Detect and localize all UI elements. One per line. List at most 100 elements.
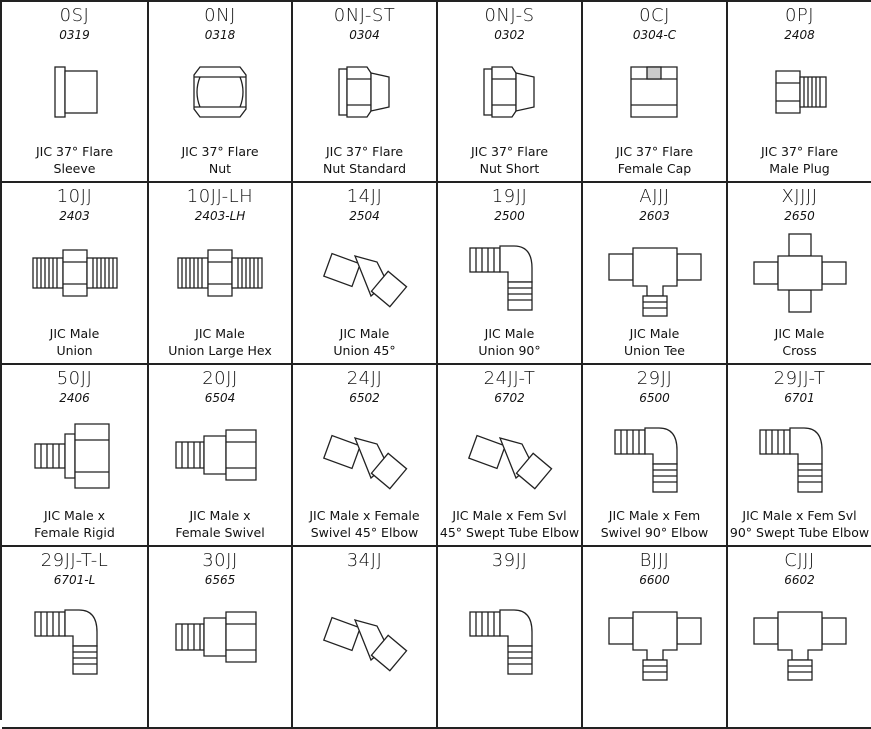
part-code: 0NJ-S [484,5,535,26]
description-line: Cross [782,343,817,358]
part-code: 24JJ [346,368,383,389]
catalog-cell: 19JJ 2500 JIC Male Union 90° [438,183,583,365]
union-fitting-icon [2,228,147,318]
part-number: 6701-L [53,573,96,587]
part-number: 6565 [204,573,236,587]
nut-fitting-icon [149,47,291,137]
description-line: Male Plug [769,161,830,176]
part-description: JIC 37° Flare Nut [149,143,291,177]
description-line: Nut Short [479,161,540,176]
part-description: JIC Male x Female Rigid [2,507,147,541]
part-code: 14JJ [346,186,383,207]
swivel-fitting-icon [149,592,291,682]
part-number: 2406 [59,391,90,405]
description-line: Nut [208,161,232,176]
part-code: 34JJ [346,550,383,571]
description-line: Sleeve [53,161,96,176]
elbow90-fitting-icon [438,228,581,318]
description-line: Union Tee [624,343,685,358]
part-description: JIC 37° Flare Sleeve [2,143,147,177]
description-line: JIC Male x Fem Svl [742,508,857,523]
part-number: 2403-LH [194,209,246,223]
catalog-cell: 29JJ 6500 JIC Male x Fem Swivel 90° Elbow [583,365,728,547]
part-description: JIC 37° Flare Male Plug [728,143,871,177]
part-code: 10JJ-LH [186,186,254,207]
part-number: 6504 [204,391,236,405]
catalog-cell: 50JJ 2406 JIC Male x Female Rigid [2,365,149,547]
sleeve-fitting-icon [2,47,147,137]
part-description: JIC Male x Fem Svl 90° Swept Tube Elbow [728,507,871,541]
part-number: 0304-C [632,28,677,42]
description-line: JIC Male [339,326,390,341]
part-description: JIC Male Union Tee [583,325,726,359]
description-line: Union [56,343,93,358]
part-number: 0304 [349,28,380,42]
description-line: JIC Male x Female [309,508,420,523]
part-description: JIC Male x Female Swivel 45° Elbow [293,507,436,541]
part-code: 0PJ [784,5,815,26]
part-description: JIC 37° Flare Female Cap [583,143,726,177]
part-number: 0319 [59,28,90,42]
description-line: Union Large Hex [168,343,272,358]
elbow45-fitting-icon [438,410,581,500]
rigid-fitting-icon [2,410,147,500]
catalog-cell: 20JJ 6504 JIC Male x Female Swivel [149,365,293,547]
part-description: JIC Male Union 45° [293,325,436,359]
catalog-cell: 0NJ 0318 JIC 37° Flare Nut [149,2,293,183]
part-code: 0CJ [639,5,670,26]
description-line: JIC 37° Flare [35,144,114,159]
catalog-cell: XJJJJ 2650 JIC Male Cross [728,183,871,365]
part-description: JIC Male x Fem Svl 45° Swept Tube Elbow [438,507,581,541]
part-number: 2504 [349,209,380,223]
catalog-cell: BJJJ 6600 [583,547,728,729]
part-code: 39JJ [491,550,528,571]
tee-fitting-icon [583,592,726,682]
description-line: Female Rigid [34,525,115,540]
description-line: JIC Male [484,326,535,341]
cross-fitting-icon [728,228,871,318]
part-description: JIC Male Union [2,325,147,359]
part-code: 10JJ [56,186,93,207]
part-code: 19JJ [491,186,528,207]
catalog-cell: 29JJ-T 6701 JIC Male x Fem Svl 90° Swept … [728,365,871,547]
catalog-cell: 0SJ 0319 JIC 37° Flare Sleeve [2,2,149,183]
catalog-cell: AJJJ 2603 JIC Male Union Tee [583,183,728,365]
fittings-catalog-grid: 0SJ 0319 JIC 37° Flare Sleeve 0NJ 0318 JIC… [0,0,871,729]
catalog-cell: 10JJ-LH 2403-LH JIC Male Union Large Hex [149,183,293,365]
part-number: 2408 [784,28,815,42]
description-line: JIC 37° Flare [615,144,694,159]
elbow90-fitting-icon [438,592,581,682]
part-code: 24JJ-T [483,368,536,389]
description-line: Swivel 90° Elbow [600,525,709,540]
part-code: 29JJ-T-L [40,550,109,571]
catalog-cell: 34JJ [293,547,438,729]
description-line: Union 90° [478,343,541,358]
description-line: JIC Male [774,326,825,341]
part-number: 6702 [494,391,525,405]
description-line: JIC Male [49,326,100,341]
union-fitting-icon [149,228,291,318]
elbow90-fitting-icon [2,592,147,682]
description-line: Union 45° [333,343,396,358]
part-code: XJJJJ [781,186,818,207]
part-description: JIC 37° Flare Nut Short [438,143,581,177]
part-code: BJJJ [639,550,670,571]
description-line: Female Cap [617,161,692,176]
elbow45-fitting-icon [293,410,436,500]
catalog-cell: 0NJ-S 0302 JIC 37° Flare Nut Short [438,2,583,183]
catalog-cell: 24JJ 6502 JIC Male x Female Swivel 45° El… [293,365,438,547]
part-code: 29JJ-T [773,368,826,389]
elbow90-fitting-icon [583,410,726,500]
part-number: 2603 [639,209,670,223]
part-description: JIC Male Cross [728,325,871,359]
part-number: 6602 [784,573,815,587]
plug-fitting-icon [728,47,871,137]
elbow90-fitting-icon [728,410,871,500]
part-code: 0SJ [59,5,90,26]
part-number: 2500 [494,209,525,223]
description-line: JIC 37° Flare [181,144,259,159]
part-number: 6500 [639,391,670,405]
description-line: JIC Male x Fem Svl [452,508,567,523]
description-line: Nut Standard [322,161,406,176]
tee-fitting-icon [583,228,726,318]
